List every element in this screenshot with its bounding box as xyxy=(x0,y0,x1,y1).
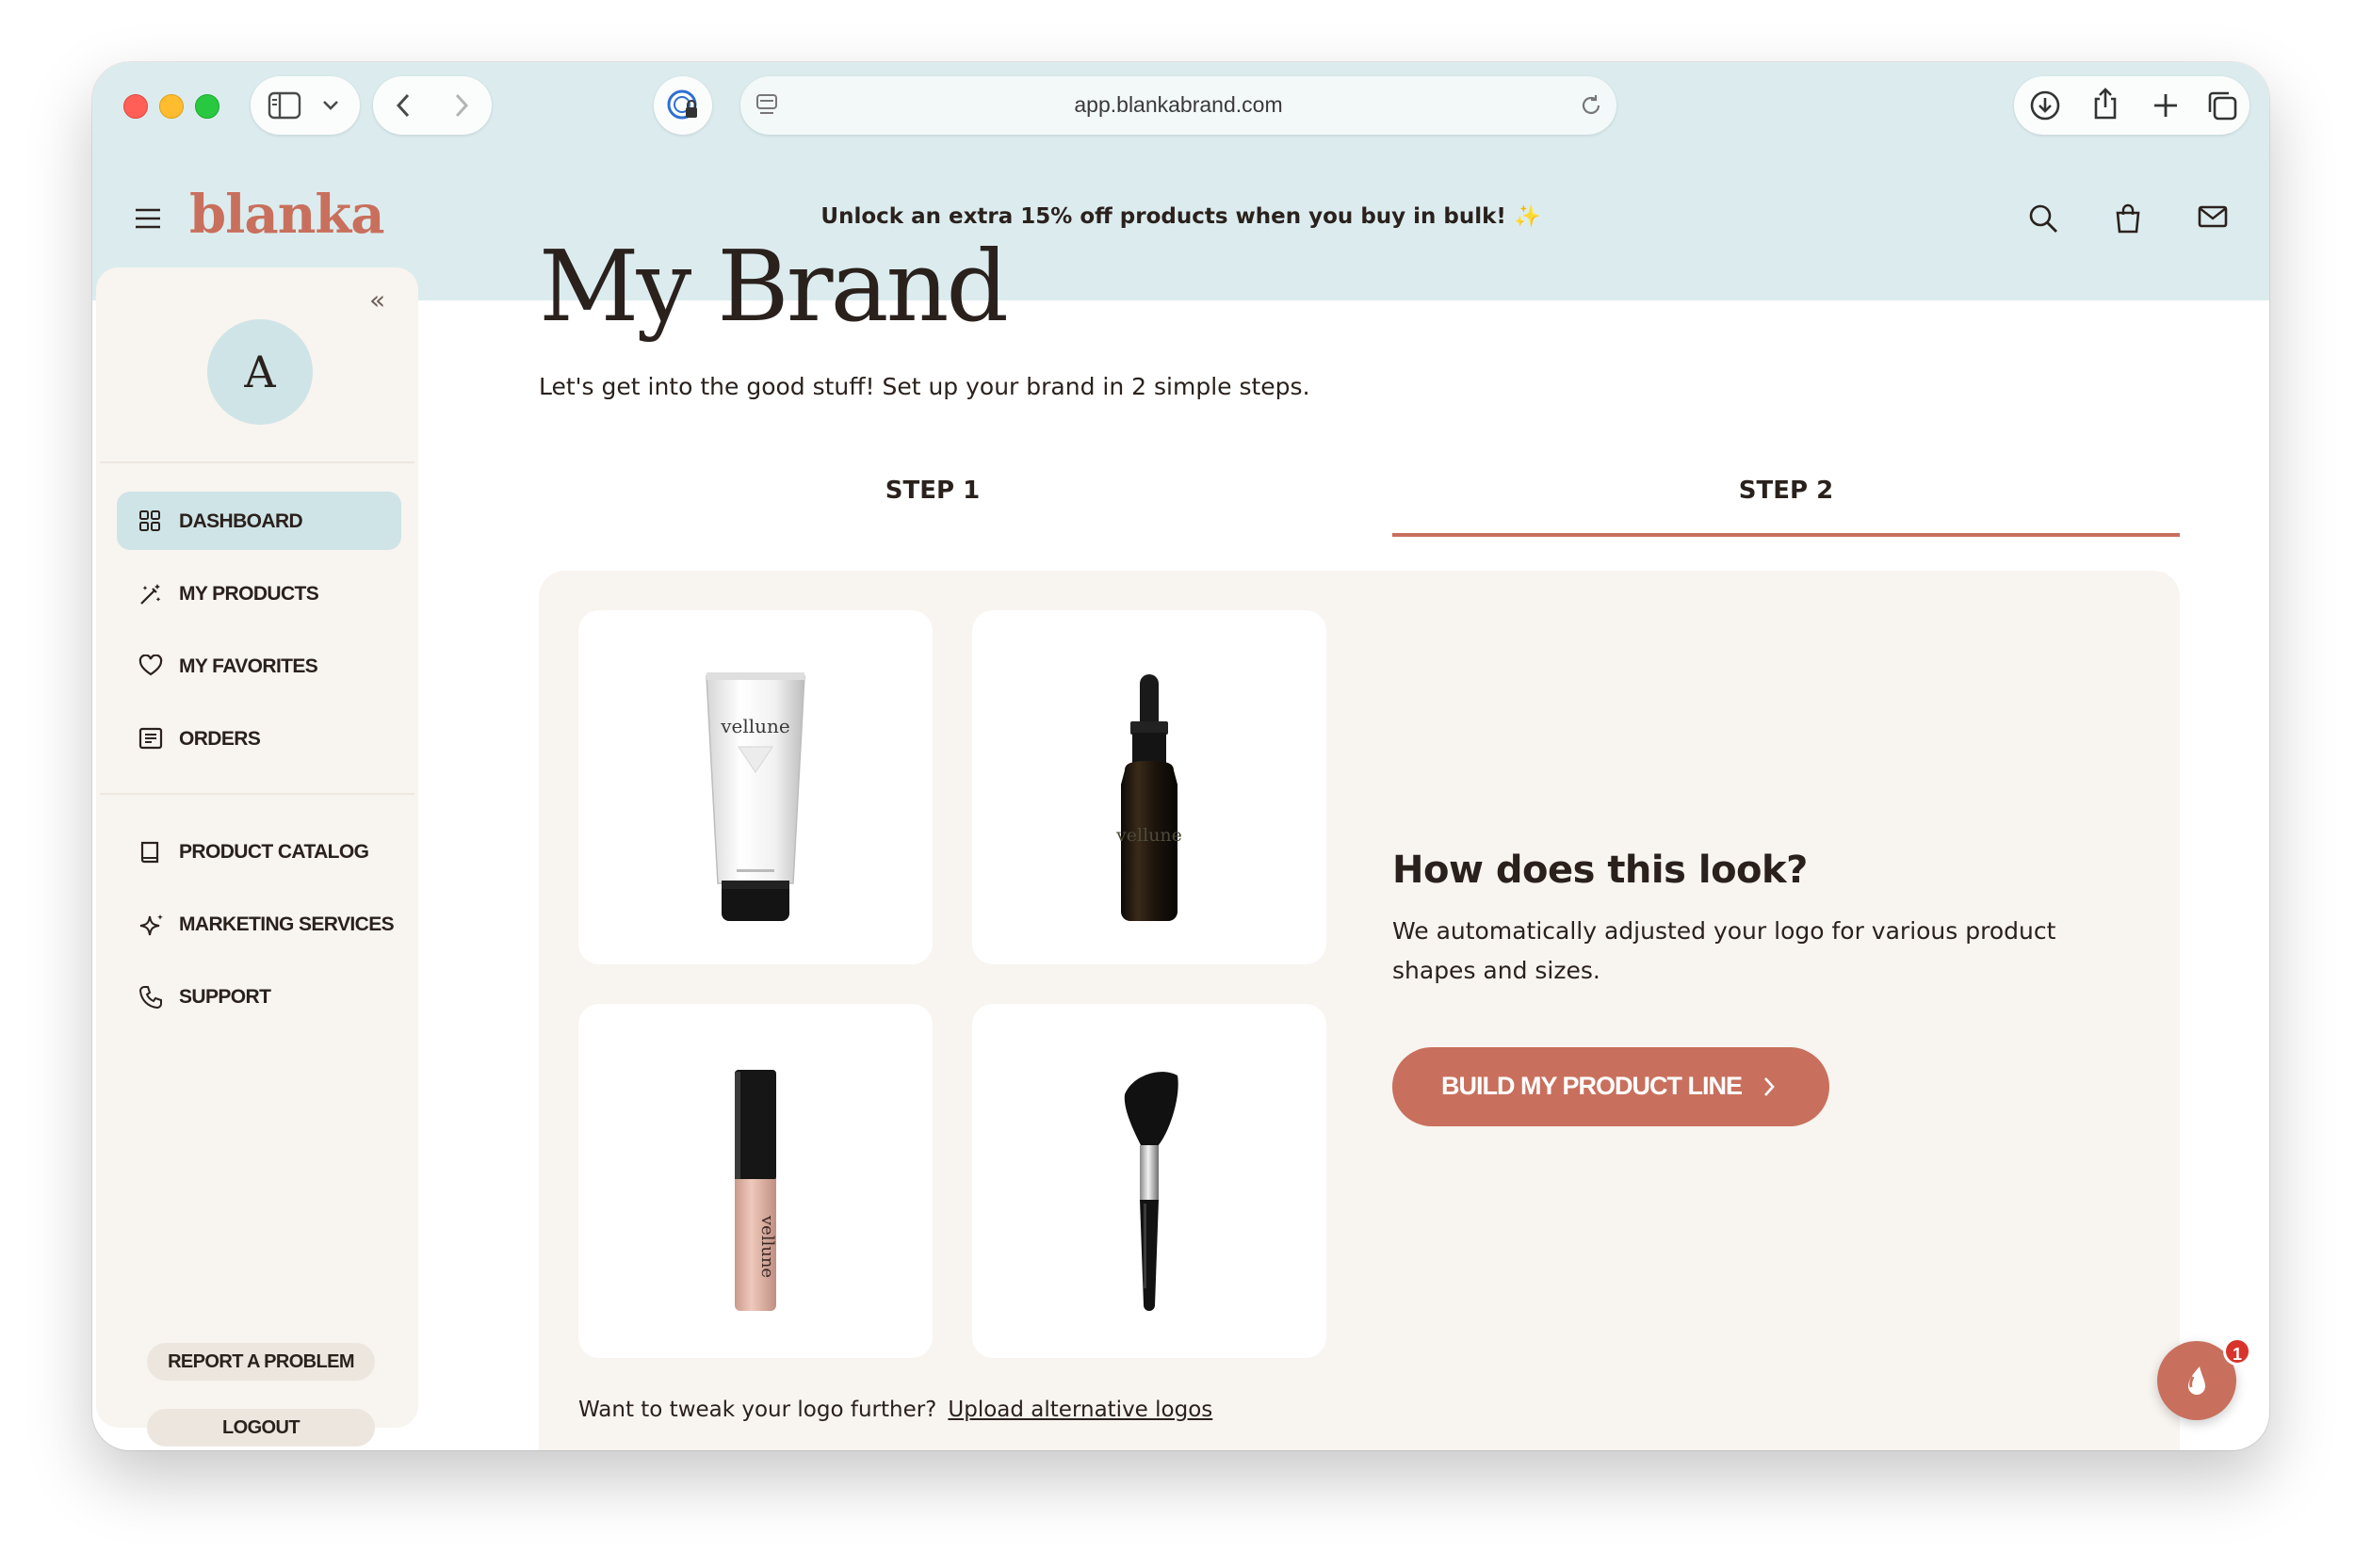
sidebar-item-dashboard[interactable]: DASHBOARD xyxy=(117,492,401,550)
brand-preview-panel: vellune vellune vellune xyxy=(539,571,2180,1450)
avatar[interactable]: A xyxy=(207,319,313,425)
nav-buttons-group xyxy=(373,76,492,135)
share-icon[interactable] xyxy=(2089,87,2121,121)
sidebar-item-my-favorites[interactable]: MY FAVORITES xyxy=(117,637,401,695)
sidebar-item-label: DASHBOARD xyxy=(179,510,303,532)
sidebar-item-label: ORDERS xyxy=(179,728,261,750)
shopping-bag-icon[interactable] xyxy=(2114,202,2142,234)
preview-heading: How does this look? xyxy=(1392,849,1808,892)
product-image-tube: vellune xyxy=(706,672,805,921)
product-card-dropper-bottle: vellune xyxy=(972,610,1326,964)
sidebar-item-product-catalog[interactable]: PRODUCT CATALOG xyxy=(117,822,401,881)
browser-toolbar: app.blankabrand.com xyxy=(92,62,2269,178)
build-product-line-button[interactable]: BUILD MY PRODUCT LINE xyxy=(1392,1047,1829,1126)
download-icon[interactable] xyxy=(2029,89,2061,121)
product-image-makeup-brush xyxy=(1124,1072,1178,1311)
build-product-line-label: BUILD MY PRODUCT LINE xyxy=(1441,1072,1743,1100)
collapse-sidebar-icon[interactable]: « xyxy=(369,284,385,315)
sidebar-icon xyxy=(268,91,301,120)
phone-icon xyxy=(138,986,162,1010)
upload-alternative-logos-link[interactable]: Upload alternative logos xyxy=(948,1398,1212,1422)
search-icon[interactable] xyxy=(2027,202,2059,234)
tweak-logo-row: Want to tweak your logo further? Upload a… xyxy=(578,1398,1212,1422)
sidebar-item-support[interactable]: SUPPORT xyxy=(117,967,401,1026)
page-title: My Brand xyxy=(539,229,1009,344)
product-image-dropper-bottle: vellune xyxy=(1115,674,1182,921)
tweak-logo-text: Want to tweak your logo further? xyxy=(578,1398,937,1422)
chevron-down-icon xyxy=(323,101,338,110)
sparkle-icon xyxy=(139,914,163,936)
gloss-brand-label: vellune xyxy=(757,1215,777,1278)
password-extension-button[interactable] xyxy=(654,76,712,135)
sidebar: « A DASHBOARD MY PRODUCTS MY FAVORITES O… xyxy=(96,267,418,1447)
mail-icon[interactable] xyxy=(2197,202,2229,231)
sidebar-item-label: MY PRODUCTS xyxy=(179,583,319,605)
sidebar-item-my-products[interactable]: MY PRODUCTS xyxy=(117,564,401,622)
sidebar-item-label: MARKETING SERVICES xyxy=(179,913,395,935)
notification-badge: 1 xyxy=(2223,1337,2251,1366)
product-image-lip-gloss: vellune xyxy=(735,1070,777,1311)
chevron-right-icon xyxy=(1764,1077,1775,1096)
minimize-window-button[interactable] xyxy=(159,94,184,119)
sidebar-item-label: MY FAVORITES xyxy=(179,655,318,677)
sidebar-divider xyxy=(100,461,414,463)
browser-window: app.blankabrand.com blanka Unlock an ext… xyxy=(92,62,2269,1450)
sidebar-divider xyxy=(100,793,414,795)
toolbar-actions xyxy=(2014,76,2249,135)
forward-arrow-icon[interactable] xyxy=(452,92,471,119)
site-header: blanka Unlock an extra 15% off products … xyxy=(92,178,2269,300)
reload-icon[interactable] xyxy=(1579,93,1603,118)
promo-text: Unlock an extra 15% off products when yo… xyxy=(820,204,1506,229)
sidebar-item-marketing-services[interactable]: MARKETING SERVICES xyxy=(117,895,401,953)
chat-widget-button[interactable]: 1 xyxy=(2157,1337,2251,1420)
sidebar-item-label: SUPPORT xyxy=(179,986,271,1008)
new-tab-icon[interactable] xyxy=(2152,91,2180,120)
back-arrow-icon[interactable] xyxy=(394,92,413,119)
url-text: app.blankabrand.com xyxy=(1074,92,1283,117)
heart-icon xyxy=(138,655,163,676)
promo-banner: Unlock an extra 15% off products when yo… xyxy=(92,203,2269,229)
password-manager-icon xyxy=(667,89,697,120)
receipt-icon xyxy=(138,727,163,750)
tab-step-1[interactable]: STEP 1 xyxy=(539,477,1326,533)
maximize-window-button[interactable] xyxy=(195,94,219,119)
sidebar-toggle-button[interactable] xyxy=(251,76,360,135)
book-icon xyxy=(140,841,159,864)
tube-brand-label: vellune xyxy=(720,715,790,737)
sidebar-item-orders[interactable]: ORDERS xyxy=(117,709,401,768)
bottle-brand-label: vellune xyxy=(1115,825,1182,846)
product-card-makeup-brush xyxy=(972,1004,1326,1358)
magic-wand-icon xyxy=(140,584,161,605)
sidebar-item-label: PRODUCT CATALOG xyxy=(179,841,369,863)
product-card-lip-gloss: vellune xyxy=(578,1004,933,1358)
logout-button[interactable]: LOGOUT xyxy=(147,1409,375,1447)
address-bar[interactable]: app.blankabrand.com xyxy=(740,76,1616,135)
sparkle-emoji: ✨ xyxy=(1513,204,1541,229)
preview-description: We automatically adjusted your logo for … xyxy=(1392,917,2056,984)
close-window-button[interactable] xyxy=(123,94,148,119)
tab-step-2[interactable]: STEP 2 xyxy=(1392,477,2180,537)
chat-drop-icon xyxy=(2188,1366,2205,1395)
product-card-tube: vellune xyxy=(578,610,933,964)
grid-icon xyxy=(139,510,160,531)
report-problem-button[interactable]: REPORT A PROBLEM xyxy=(147,1343,375,1381)
page-subtitle: Let's get into the good stuff! Set up yo… xyxy=(539,373,1310,400)
tab-overview-icon[interactable] xyxy=(2206,89,2238,121)
